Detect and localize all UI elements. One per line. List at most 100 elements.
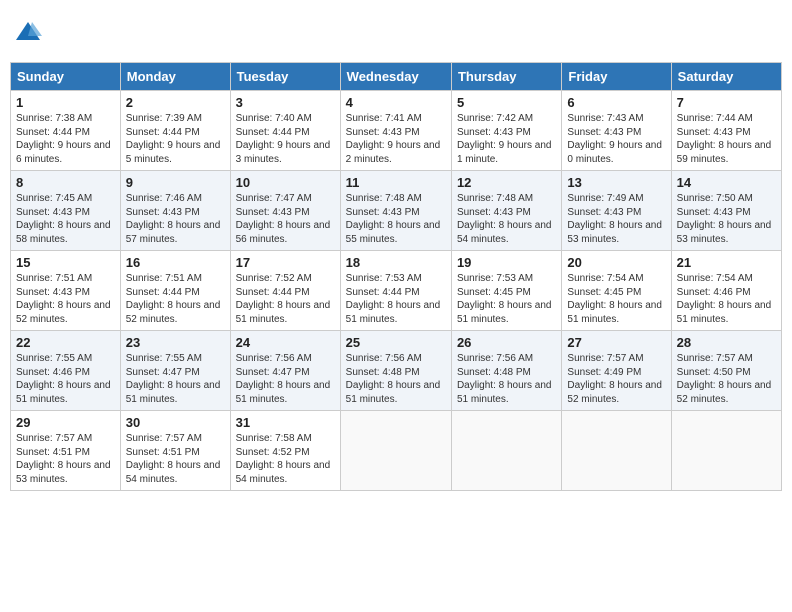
calendar-week-5: 29 Sunrise: 7:57 AM Sunset: 4:51 PM Dayl… <box>11 411 782 491</box>
calendar-week-3: 15 Sunrise: 7:51 AM Sunset: 4:43 PM Dayl… <box>11 251 782 331</box>
day-info: Sunrise: 7:39 AM Sunset: 4:44 PM Dayligh… <box>126 112 225 166</box>
calendar-week-4: 22 Sunrise: 7:55 AM Sunset: 4:46 PM Dayl… <box>11 331 782 411</box>
day-info: Sunrise: 7:44 AM Sunset: 4:43 PM Dayligh… <box>677 112 776 166</box>
calendar-cell: 24 Sunrise: 7:56 AM Sunset: 4:47 PM Dayl… <box>230 331 340 411</box>
day-number: 17 <box>236 255 335 270</box>
calendar-cell: 15 Sunrise: 7:51 AM Sunset: 4:43 PM Dayl… <box>11 251 121 331</box>
calendar-cell: 18 Sunrise: 7:53 AM Sunset: 4:44 PM Dayl… <box>340 251 451 331</box>
calendar-cell: 5 Sunrise: 7:42 AM Sunset: 4:43 PM Dayli… <box>451 91 561 171</box>
day-info: Sunrise: 7:49 AM Sunset: 4:43 PM Dayligh… <box>567 192 665 246</box>
calendar-cell: 28 Sunrise: 7:57 AM Sunset: 4:50 PM Dayl… <box>671 331 781 411</box>
calendar-cell <box>451 411 561 491</box>
calendar-cell <box>562 411 671 491</box>
day-number: 9 <box>126 175 225 190</box>
day-info: Sunrise: 7:50 AM Sunset: 4:43 PM Dayligh… <box>677 192 776 246</box>
day-info: Sunrise: 7:52 AM Sunset: 4:44 PM Dayligh… <box>236 272 335 326</box>
calendar-cell: 25 Sunrise: 7:56 AM Sunset: 4:48 PM Dayl… <box>340 331 451 411</box>
day-info: Sunrise: 7:57 AM Sunset: 4:51 PM Dayligh… <box>126 432 225 486</box>
day-number: 24 <box>236 335 335 350</box>
calendar-cell: 30 Sunrise: 7:57 AM Sunset: 4:51 PM Dayl… <box>120 411 230 491</box>
day-info: Sunrise: 7:47 AM Sunset: 4:43 PM Dayligh… <box>236 192 335 246</box>
day-number: 5 <box>457 95 556 110</box>
day-info: Sunrise: 7:56 AM Sunset: 4:48 PM Dayligh… <box>457 352 556 406</box>
day-info: Sunrise: 7:40 AM Sunset: 4:44 PM Dayligh… <box>236 112 335 166</box>
day-number: 21 <box>677 255 776 270</box>
day-info: Sunrise: 7:41 AM Sunset: 4:43 PM Dayligh… <box>346 112 446 166</box>
day-number: 2 <box>126 95 225 110</box>
calendar-cell: 19 Sunrise: 7:53 AM Sunset: 4:45 PM Dayl… <box>451 251 561 331</box>
calendar-cell: 20 Sunrise: 7:54 AM Sunset: 4:45 PM Dayl… <box>562 251 671 331</box>
calendar-cell: 23 Sunrise: 7:55 AM Sunset: 4:47 PM Dayl… <box>120 331 230 411</box>
day-info: Sunrise: 7:56 AM Sunset: 4:47 PM Dayligh… <box>236 352 335 406</box>
day-number: 3 <box>236 95 335 110</box>
calendar-cell: 2 Sunrise: 7:39 AM Sunset: 4:44 PM Dayli… <box>120 91 230 171</box>
day-info: Sunrise: 7:53 AM Sunset: 4:44 PM Dayligh… <box>346 272 446 326</box>
calendar-cell: 3 Sunrise: 7:40 AM Sunset: 4:44 PM Dayli… <box>230 91 340 171</box>
col-header-thursday: Thursday <box>451 63 561 91</box>
day-number: 6 <box>567 95 665 110</box>
calendar-cell: 8 Sunrise: 7:45 AM Sunset: 4:43 PM Dayli… <box>11 171 121 251</box>
day-info: Sunrise: 7:57 AM Sunset: 4:49 PM Dayligh… <box>567 352 665 406</box>
day-info: Sunrise: 7:42 AM Sunset: 4:43 PM Dayligh… <box>457 112 556 166</box>
day-info: Sunrise: 7:51 AM Sunset: 4:43 PM Dayligh… <box>16 272 115 326</box>
day-number: 14 <box>677 175 776 190</box>
day-number: 13 <box>567 175 665 190</box>
calendar-cell: 9 Sunrise: 7:46 AM Sunset: 4:43 PM Dayli… <box>120 171 230 251</box>
day-number: 15 <box>16 255 115 270</box>
day-number: 23 <box>126 335 225 350</box>
day-info: Sunrise: 7:38 AM Sunset: 4:44 PM Dayligh… <box>16 112 115 166</box>
calendar-cell: 6 Sunrise: 7:43 AM Sunset: 4:43 PM Dayli… <box>562 91 671 171</box>
day-info: Sunrise: 7:54 AM Sunset: 4:46 PM Dayligh… <box>677 272 776 326</box>
day-number: 12 <box>457 175 556 190</box>
calendar-cell: 4 Sunrise: 7:41 AM Sunset: 4:43 PM Dayli… <box>340 91 451 171</box>
calendar-week-2: 8 Sunrise: 7:45 AM Sunset: 4:43 PM Dayli… <box>11 171 782 251</box>
col-header-monday: Monday <box>120 63 230 91</box>
day-number: 11 <box>346 175 446 190</box>
calendar-cell: 26 Sunrise: 7:56 AM Sunset: 4:48 PM Dayl… <box>451 331 561 411</box>
day-info: Sunrise: 7:55 AM Sunset: 4:46 PM Dayligh… <box>16 352 115 406</box>
day-info: Sunrise: 7:58 AM Sunset: 4:52 PM Dayligh… <box>236 432 335 486</box>
day-number: 1 <box>16 95 115 110</box>
calendar-cell: 1 Sunrise: 7:38 AM Sunset: 4:44 PM Dayli… <box>11 91 121 171</box>
calendar-week-1: 1 Sunrise: 7:38 AM Sunset: 4:44 PM Dayli… <box>11 91 782 171</box>
calendar-cell <box>671 411 781 491</box>
col-header-tuesday: Tuesday <box>230 63 340 91</box>
col-header-friday: Friday <box>562 63 671 91</box>
col-header-wednesday: Wednesday <box>340 63 451 91</box>
calendar-cell: 14 Sunrise: 7:50 AM Sunset: 4:43 PM Dayl… <box>671 171 781 251</box>
calendar-cell: 12 Sunrise: 7:48 AM Sunset: 4:43 PM Dayl… <box>451 171 561 251</box>
day-number: 10 <box>236 175 335 190</box>
calendar-cell <box>340 411 451 491</box>
calendar-cell: 16 Sunrise: 7:51 AM Sunset: 4:44 PM Dayl… <box>120 251 230 331</box>
calendar-cell: 31 Sunrise: 7:58 AM Sunset: 4:52 PM Dayl… <box>230 411 340 491</box>
day-number: 22 <box>16 335 115 350</box>
calendar-header-row: SundayMondayTuesdayWednesdayThursdayFrid… <box>11 63 782 91</box>
day-number: 4 <box>346 95 446 110</box>
day-info: Sunrise: 7:51 AM Sunset: 4:44 PM Dayligh… <box>126 272 225 326</box>
calendar-cell: 7 Sunrise: 7:44 AM Sunset: 4:43 PM Dayli… <box>671 91 781 171</box>
day-number: 7 <box>677 95 776 110</box>
col-header-sunday: Sunday <box>11 63 121 91</box>
col-header-saturday: Saturday <box>671 63 781 91</box>
day-number: 18 <box>346 255 446 270</box>
day-info: Sunrise: 7:55 AM Sunset: 4:47 PM Dayligh… <box>126 352 225 406</box>
day-info: Sunrise: 7:56 AM Sunset: 4:48 PM Dayligh… <box>346 352 446 406</box>
logo <box>14 18 46 46</box>
calendar-cell: 11 Sunrise: 7:48 AM Sunset: 4:43 PM Dayl… <box>340 171 451 251</box>
day-info: Sunrise: 7:53 AM Sunset: 4:45 PM Dayligh… <box>457 272 556 326</box>
day-number: 27 <box>567 335 665 350</box>
day-number: 20 <box>567 255 665 270</box>
calendar-cell: 27 Sunrise: 7:57 AM Sunset: 4:49 PM Dayl… <box>562 331 671 411</box>
day-number: 8 <box>16 175 115 190</box>
day-info: Sunrise: 7:48 AM Sunset: 4:43 PM Dayligh… <box>457 192 556 246</box>
calendar: SundayMondayTuesdayWednesdayThursdayFrid… <box>10 62 782 491</box>
day-number: 19 <box>457 255 556 270</box>
day-number: 26 <box>457 335 556 350</box>
day-number: 31 <box>236 415 335 430</box>
day-info: Sunrise: 7:48 AM Sunset: 4:43 PM Dayligh… <box>346 192 446 246</box>
day-number: 28 <box>677 335 776 350</box>
day-info: Sunrise: 7:57 AM Sunset: 4:50 PM Dayligh… <box>677 352 776 406</box>
day-info: Sunrise: 7:57 AM Sunset: 4:51 PM Dayligh… <box>16 432 115 486</box>
day-info: Sunrise: 7:46 AM Sunset: 4:43 PM Dayligh… <box>126 192 225 246</box>
day-number: 16 <box>126 255 225 270</box>
